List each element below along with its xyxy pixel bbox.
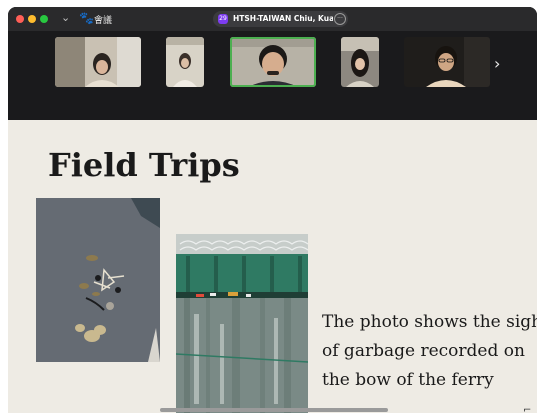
garbage-water-photo [36, 198, 160, 362]
shared-slide: Field Trips The photo shows the sight of… [8, 120, 537, 413]
caption-line: of garbage recorded on [322, 341, 525, 361]
slide-caption: The photo shows the sight of garbage rec… [322, 308, 537, 395]
caption-line: The photo shows the sight [322, 312, 537, 332]
participant-video-3 [230, 37, 316, 87]
more-options-icon[interactable]: ··· [334, 13, 346, 25]
ferry-bow-photo [176, 234, 308, 413]
participant-video-2 [166, 37, 204, 87]
active-speaker-name: HTSH-TAIWAN Chiu, Kuang-H [233, 14, 333, 23]
participant-tile[interactable] [230, 37, 316, 87]
participant-strip: › [8, 31, 537, 127]
maximize-window-button[interactable] [40, 15, 48, 23]
close-window-button[interactable] [16, 15, 24, 23]
speaker-badge: 29 [218, 14, 228, 24]
zoom-window: ⌄ 🐾 會議 29 HTSH-TAIWAN Chiu, Kuang-H ··· [8, 7, 537, 413]
corner-handle-icon: ⌐ [523, 405, 532, 413]
participant-tile[interactable] [404, 37, 490, 87]
participant-tile[interactable] [55, 37, 141, 87]
minimize-window-button[interactable] [28, 15, 36, 23]
meeting-title: 會議 [94, 16, 113, 26]
slide-title: Field Trips [48, 146, 240, 184]
participant-tile[interactable] [341, 37, 379, 87]
participant-video-4 [341, 37, 379, 87]
active-speaker-pill[interactable]: 29 HTSH-TAIWAN Chiu, Kuang-H ··· [213, 11, 348, 27]
next-participants-arrow[interactable]: › [494, 54, 500, 73]
chevron-down-icon[interactable]: ⌄ [61, 11, 70, 24]
participant-video-5 [404, 37, 490, 87]
participant-video-1 [55, 37, 141, 87]
caption-line: the bow of the ferry [322, 370, 494, 390]
paw-icon: 🐾 [79, 11, 94, 25]
title-bar: ⌄ 🐾 會議 29 HTSH-TAIWAN Chiu, Kuang-H ··· [8, 7, 537, 31]
participant-tile[interactable] [166, 37, 204, 87]
horizontal-scrollbar[interactable] [160, 408, 388, 412]
